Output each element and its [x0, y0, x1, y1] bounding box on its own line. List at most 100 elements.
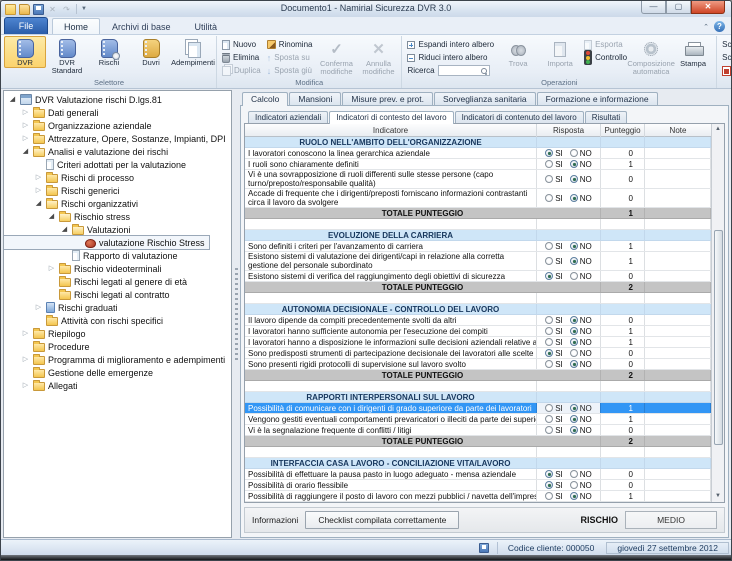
note-cell[interactable]: [645, 414, 711, 424]
radio-group-si[interactable]: SI: [545, 426, 563, 435]
schermo-1280-button[interactable]: Schermo 1280x1024: [719, 51, 732, 64]
radio-group-no[interactable]: NO: [570, 470, 592, 479]
note-cell[interactable]: [645, 491, 711, 501]
rinomina-button[interactable]: Rinomina: [264, 38, 316, 51]
tab-formazione-e-informazione[interactable]: Formazione e informazione: [537, 92, 658, 105]
radio-group-si[interactable]: SI: [545, 257, 563, 266]
note-cell[interactable]: [645, 241, 711, 251]
subtab-indicatori-di-contesto-del-lavoro[interactable]: Indicatori di contesto del lavoro: [329, 111, 453, 124]
radio-no-icon[interactable]: [570, 360, 578, 368]
checklist-row[interactable]: Possibilità di orario flessibileSINO0: [245, 480, 711, 491]
radio-si-icon[interactable]: [545, 481, 553, 489]
note-cell[interactable]: [645, 425, 711, 435]
controllo-button[interactable]: Controllo: [581, 51, 630, 64]
radio-si-icon[interactable]: [545, 316, 553, 324]
checklist-row[interactable]: Sono predisposti strumenti di partecipaz…: [245, 348, 711, 359]
checklist-status-button[interactable]: Checklist compilata correttamente: [305, 511, 459, 529]
radio-no-icon[interactable]: [570, 194, 578, 202]
tree-item[interactable]: ▷Rischi generici: [4, 184, 124, 197]
radio-group-no[interactable]: NO: [570, 404, 592, 413]
radio-group-no[interactable]: NO: [570, 426, 592, 435]
note-cell[interactable]: [645, 271, 711, 281]
checklist-row[interactable]: I lavoratori conoscono la linea gerarchi…: [245, 148, 711, 159]
radio-group-si[interactable]: SI: [545, 149, 563, 158]
radio-no-icon[interactable]: [570, 415, 578, 423]
note-cell[interactable]: [645, 189, 711, 207]
tree-item[interactable]: ◢Rischi organizzativi: [4, 197, 142, 210]
radio-no-icon[interactable]: [570, 272, 578, 280]
radio-group-no[interactable]: NO: [570, 316, 592, 325]
scrollbar-thumb[interactable]: [714, 230, 723, 445]
tree-collapsed-arrow-icon[interactable]: ▷: [21, 119, 30, 132]
checklist-row[interactable]: Vi è la segnalazione frequente di confli…: [245, 425, 711, 436]
file-menu-button[interactable]: File: [4, 17, 48, 34]
help-icon[interactable]: ?: [714, 21, 725, 32]
tree-expanded-arrow-icon[interactable]: ◢: [47, 210, 56, 223]
note-cell[interactable]: [645, 326, 711, 336]
radio-group-no[interactable]: NO: [570, 360, 592, 369]
radio-group-si[interactable]: SI: [545, 338, 563, 347]
checklist-row[interactable]: Il lavoro dipende da compiti precedentem…: [245, 315, 711, 326]
tree-collapsed-arrow-icon[interactable]: ▷: [34, 171, 43, 184]
checklist-row[interactable]: Vengono gestiti eventuali comportamenti …: [245, 414, 711, 425]
checklist-row[interactable]: I lavoratori hanno sufficiente autonomia…: [245, 326, 711, 337]
radio-si-icon[interactable]: [545, 194, 553, 202]
elimina-button[interactable]: Elimina: [219, 51, 264, 64]
riduci-albero-button[interactable]: Riduci intero albero: [404, 51, 497, 64]
note-cell[interactable]: [645, 348, 711, 358]
radio-group-no[interactable]: NO: [570, 415, 592, 424]
checklist-row[interactable]: Sono presenti rigidi protocolli di super…: [245, 359, 711, 370]
tab-archivi-di-base[interactable]: Archivi di base: [100, 18, 183, 34]
radio-no-icon[interactable]: [570, 338, 578, 346]
dvr-standard-button[interactable]: DVR Standard: [46, 36, 88, 76]
radio-group-si[interactable]: SI: [545, 492, 563, 501]
note-cell[interactable]: [645, 359, 711, 369]
radio-si-icon[interactable]: [545, 175, 553, 183]
radio-no-icon[interactable]: [570, 327, 578, 335]
tree-item[interactable]: Rischi legati al contratto: [4, 288, 174, 301]
tree-item[interactable]: Rischi legati al genere di età: [4, 275, 191, 288]
tree-expanded-arrow-icon[interactable]: ◢: [8, 93, 17, 106]
radio-group-si[interactable]: SI: [545, 349, 563, 358]
tree-item[interactable]: ▷Rischi di processo: [4, 171, 138, 184]
note-cell[interactable]: [645, 315, 711, 325]
radio-group-si[interactable]: SI: [545, 415, 563, 424]
duvri-button[interactable]: Duvri: [130, 36, 172, 68]
radio-group-si[interactable]: SI: [545, 481, 563, 490]
tree-expanded-arrow-icon[interactable]: ◢: [34, 197, 43, 210]
tree-item[interactable]: ▷Rischi graduati: [4, 301, 122, 314]
tree-item[interactable]: valutazione Rischio Stress: [4, 236, 209, 249]
radio-group-si[interactable]: SI: [545, 327, 563, 336]
radio-group-no[interactable]: NO: [570, 194, 592, 203]
radio-group-si[interactable]: SI: [545, 360, 563, 369]
collapse-ribbon-icon[interactable]: ⌃: [703, 23, 709, 31]
tree-item[interactable]: ◢Valutazioni: [4, 223, 134, 236]
radio-group-no[interactable]: NO: [570, 175, 592, 184]
tree-collapsed-arrow-icon[interactable]: ▷: [21, 132, 30, 145]
radio-si-icon[interactable]: [545, 338, 553, 346]
radio-group-no[interactable]: NO: [570, 242, 592, 251]
dvr-button[interactable]: DVR: [4, 36, 46, 68]
tab-misure-prev-e-prot-[interactable]: Misure prev. e prot.: [342, 92, 433, 105]
radio-si-icon[interactable]: [545, 470, 553, 478]
radio-group-no[interactable]: NO: [570, 327, 592, 336]
radio-no-icon[interactable]: [570, 470, 578, 478]
tree-item[interactable]: ▷Programma di miglioramento e adempiment…: [4, 353, 229, 366]
radio-no-icon[interactable]: [570, 492, 578, 500]
radio-si-icon[interactable]: [545, 492, 553, 500]
tree-collapsed-arrow-icon[interactable]: ▷: [47, 262, 56, 275]
radio-no-icon[interactable]: [570, 316, 578, 324]
tree-collapsed-arrow-icon[interactable]: ▷: [21, 327, 30, 340]
floppy-save-icon[interactable]: [479, 543, 489, 553]
note-cell[interactable]: [645, 469, 711, 479]
radio-no-icon[interactable]: [570, 349, 578, 357]
scroll-down-icon[interactable]: ▼: [715, 491, 721, 502]
note-cell[interactable]: [645, 252, 711, 270]
checklist-row[interactable]: Possibilità di effettuare la pausa pasto…: [245, 469, 711, 480]
tree-expanded-arrow-icon[interactable]: ◢: [21, 145, 30, 158]
radio-group-si[interactable]: SI: [545, 242, 563, 251]
subtab-indicatori-aziendali[interactable]: Indicatori aziendali: [248, 111, 328, 123]
tree-collapsed-arrow-icon[interactable]: ▷: [34, 184, 43, 197]
radio-group-no[interactable]: NO: [570, 481, 592, 490]
scroll-up-icon[interactable]: ▲: [715, 124, 721, 135]
